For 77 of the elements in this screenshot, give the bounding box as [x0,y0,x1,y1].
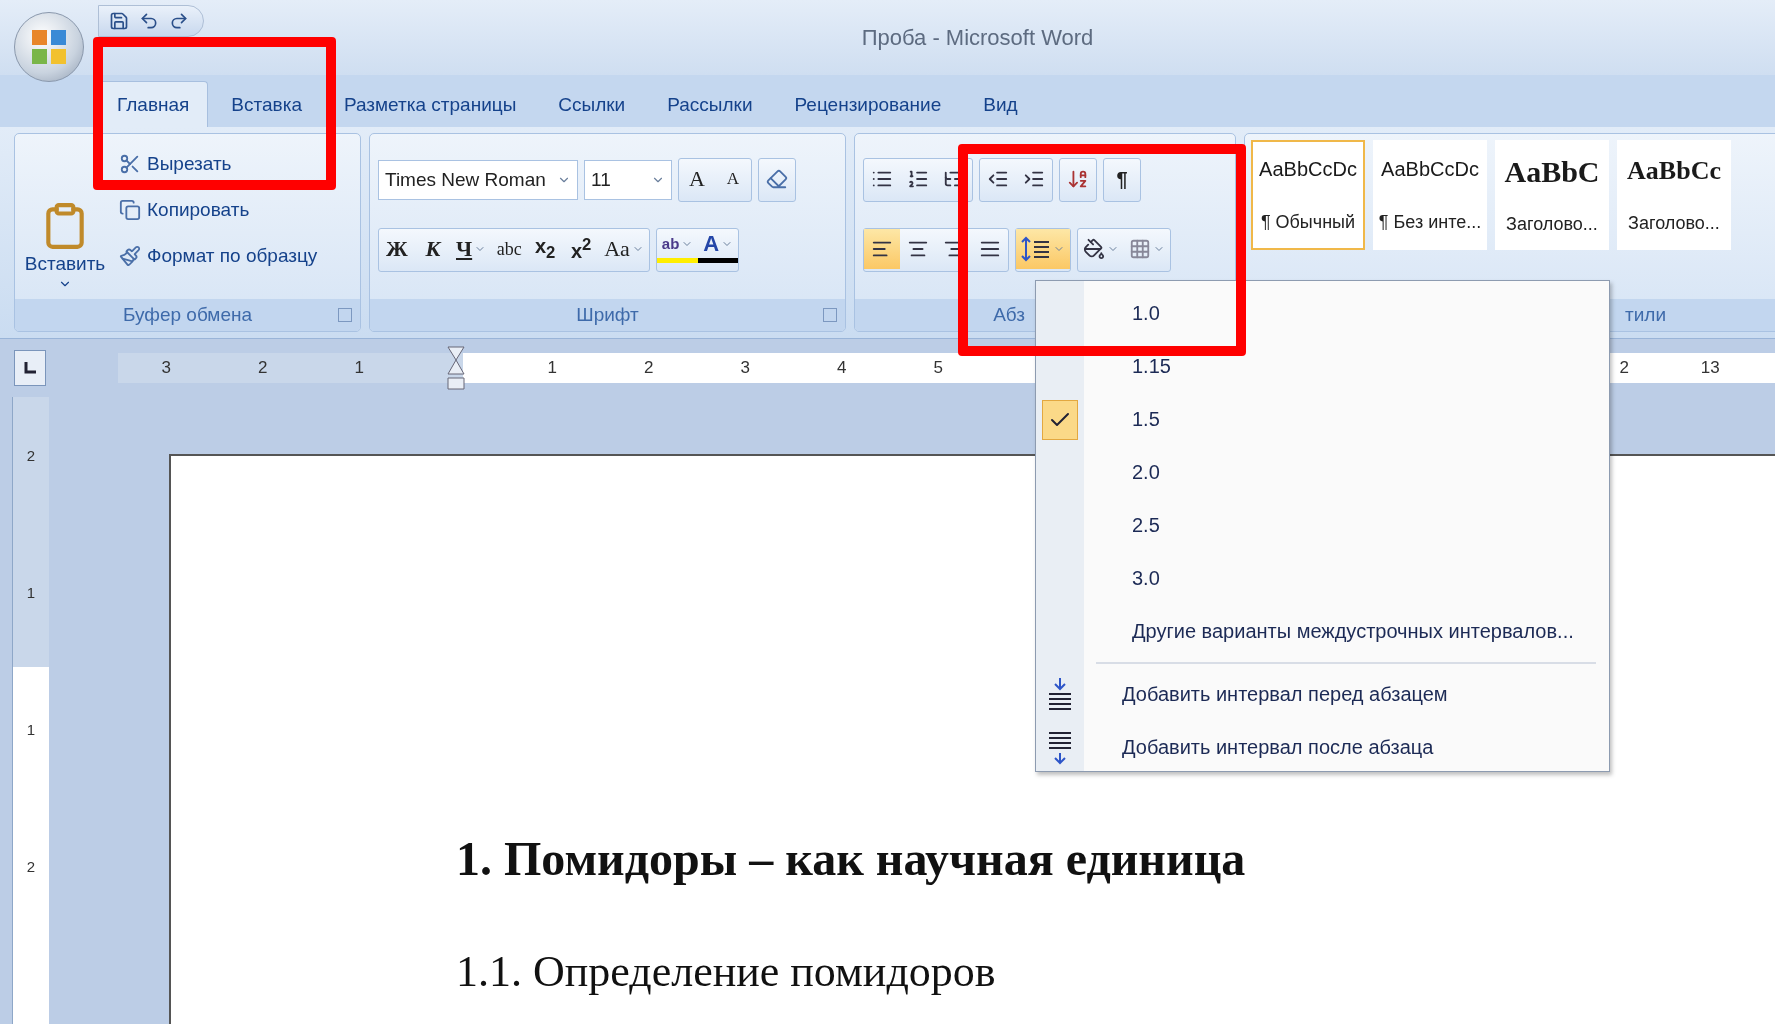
menu-item[interactable]: 2.0 [1036,446,1609,499]
font-name-field[interactable]: Times New Roman [378,160,578,200]
format-button[interactable]: abc [491,229,528,269]
menu-item[interactable]: 3.0 [1036,552,1609,605]
tab-selector-button[interactable] [14,350,46,386]
menu-item[interactable]: Добавить интервал перед абзацем [1036,668,1609,721]
ribbon-tab[interactable]: Разметка страницы [324,81,536,127]
painter-button[interactable]: Формат по образцу [115,234,322,278]
show-marks-button[interactable]: ¶ [1104,159,1140,199]
format-button[interactable]: Aa [599,229,649,269]
format-button[interactable]: К [415,229,451,269]
ruler-number: 2 [1618,358,1630,378]
menu-item[interactable]: Добавить интервал после абзаца [1036,721,1609,774]
ruler-number: 1 [353,358,365,378]
window-title: Проба - Microsoft Word [861,24,1094,51]
group-label: Абз [993,304,1025,326]
tab-stop-icon [23,361,37,375]
ruler-number: 2 [257,358,269,378]
menu-item[interactable]: 1.0 [1036,287,1609,340]
line-spacing-icon [1021,236,1051,262]
align-button[interactable] [864,229,900,269]
undo-icon[interactable] [139,11,159,31]
style-item[interactable]: AaBbCc Заголово... [1617,140,1731,250]
document-heading: 1.1. Определение помидоров [456,946,997,997]
copy-icon [119,199,141,221]
style-item[interactable]: AaBbCcDc ¶ Обычный [1251,140,1365,250]
shrink-font-button[interactable]: A [715,159,751,199]
space-before-icon [1046,677,1074,712]
ruler-number: 2 [26,858,36,875]
menu-item[interactable]: 2.5 [1036,499,1609,552]
ruler-number: 13 [1699,358,1721,378]
paste-button[interactable]: Вставить [23,142,107,291]
document-heading: 1. Помидоры – как научная единица [456,831,1247,886]
group-label: Шрифт [576,304,639,326]
ribbon-tab[interactable]: Вставка [212,81,321,127]
font-size-field[interactable]: 11 [584,160,672,200]
ribbon-tab[interactable]: Рецензирование [775,81,961,127]
save-icon[interactable] [109,11,129,31]
ruler-number: 5 [932,358,944,378]
menu-item[interactable]: 1.15 [1036,340,1609,393]
grow-font-button[interactable]: A [679,159,715,199]
ruler-number: 2 [26,447,36,464]
format-button[interactable]: Ж [379,229,415,269]
eraser-icon [766,168,788,190]
menu-item[interactable]: 1.5 [1036,393,1609,446]
brush-icon [119,245,141,267]
ruler-number: 1 [546,358,558,378]
grid-icon [1129,238,1151,260]
sort-icon [1067,168,1089,190]
scissors-icon [119,153,141,175]
group-label: Буфер обмена [122,304,253,326]
group-label: тили [1625,304,1666,326]
style-item[interactable]: AaBbC Заголово... [1495,140,1609,250]
format-button[interactable]: x$^{2}$ [563,229,600,269]
ruler-number: 3 [739,358,751,378]
format-button[interactable]: A [698,229,739,263]
cut-button[interactable]: Вырезать [115,142,322,186]
logo [29,27,69,67]
numbered-list-icon [907,168,929,190]
ribbon-tab[interactable]: Ссылки [539,81,645,127]
format-button[interactable]: Ч [451,229,492,269]
indent-marker-icon[interactable] [446,346,465,390]
style-item[interactable]: AaBbCcDc ¶ Без инте... [1373,140,1487,250]
ruler-number: 1 [26,584,36,601]
ruler-number: 2 [643,358,655,378]
ruler-number: 1 [26,721,36,738]
ribbon-tab[interactable]: Вид [964,81,1037,127]
format-button[interactable]: x$_{2}$ [527,229,564,269]
menu-item[interactable]: Другие варианты междустрочных интервалов... [1036,605,1609,658]
paint-bucket-icon [1083,238,1105,260]
ribbon-tab[interactable]: Рассылки [648,81,772,127]
ruler-number: 4 [836,358,848,378]
redo-icon[interactable] [169,11,189,31]
space-after-icon [1046,730,1074,765]
format-button[interactable]: ab [656,229,699,263]
ruler-number: 3 [160,358,172,378]
copy-button[interactable]: Копировать [115,188,322,232]
